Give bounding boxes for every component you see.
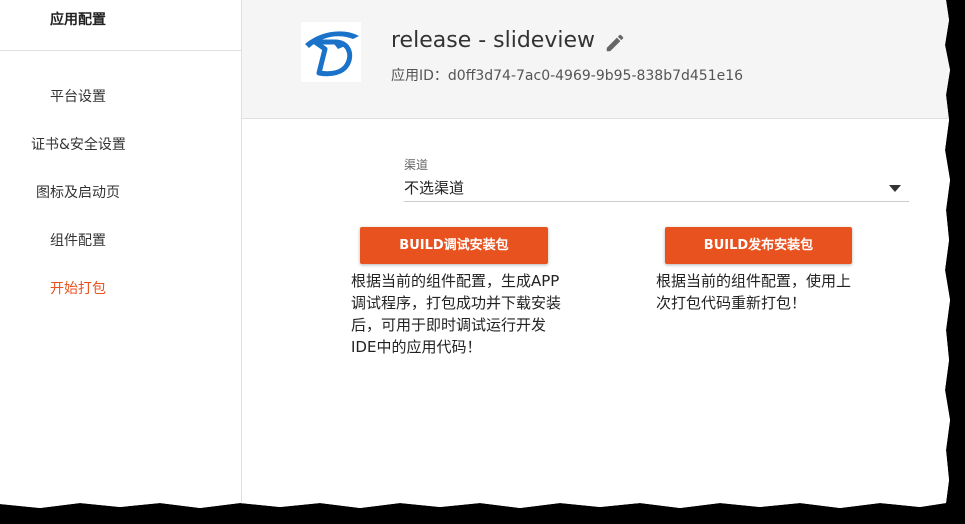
app-id: 应用ID：d0ff3d74-7ac0-4969-9b95-838b7d451e1… (391, 68, 744, 84)
sidebar-item-icon-splash[interactable]: 图标及启动页 (36, 182, 120, 202)
build-debug-description: 根据当前的组件配置，生成APP调试程序，打包成功并下载安装后，可用于即时调试运行… (351, 272, 562, 356)
sidebar: 应用配置 平台设置 证书&安全设置 图标及启动页 组件配置 开始打包 (0, 0, 242, 508)
app-title: release - slideview (391, 28, 595, 53)
sidebar-item-component-config[interactable]: 组件配置 (50, 230, 106, 250)
app-header: release - slideview 应用ID：d0ff3d74-7ac0-4… (242, 0, 950, 119)
sidebar-header: 应用配置 (0, 0, 241, 51)
build-content: 渠道 不选渠道 BUILD调试安装包 BUILD发布安装包 根据当前的组件配置，… (242, 119, 950, 508)
sidebar-item-platform-settings[interactable]: 平台设置 (50, 86, 106, 106)
build-release-description: 根据当前的组件配置，使用上次打包代码重新打包！ (656, 272, 852, 312)
main-panel: release - slideview 应用ID：d0ff3d74-7ac0-4… (242, 0, 950, 508)
build-debug-button[interactable]: BUILD调试安装包 (360, 227, 548, 264)
build-release-button[interactable]: BUILD发布安装包 (665, 227, 852, 264)
channel-label: 渠道 (404, 158, 429, 172)
channel-dropdown[interactable]: 不选渠道 (404, 177, 909, 202)
channel-value: 不选渠道 (404, 179, 465, 197)
pencil-icon[interactable] (604, 32, 626, 54)
app-window: 应用配置 平台设置 证书&安全设置 图标及启动页 组件配置 开始打包 relea… (0, 0, 950, 508)
dropdown-arrow-icon (889, 185, 901, 192)
sidebar-item-start-build[interactable]: 开始打包 (50, 278, 106, 298)
sidebar-item-certificate-security[interactable]: 证书&安全设置 (31, 134, 126, 154)
app-logo-icon (301, 22, 361, 82)
